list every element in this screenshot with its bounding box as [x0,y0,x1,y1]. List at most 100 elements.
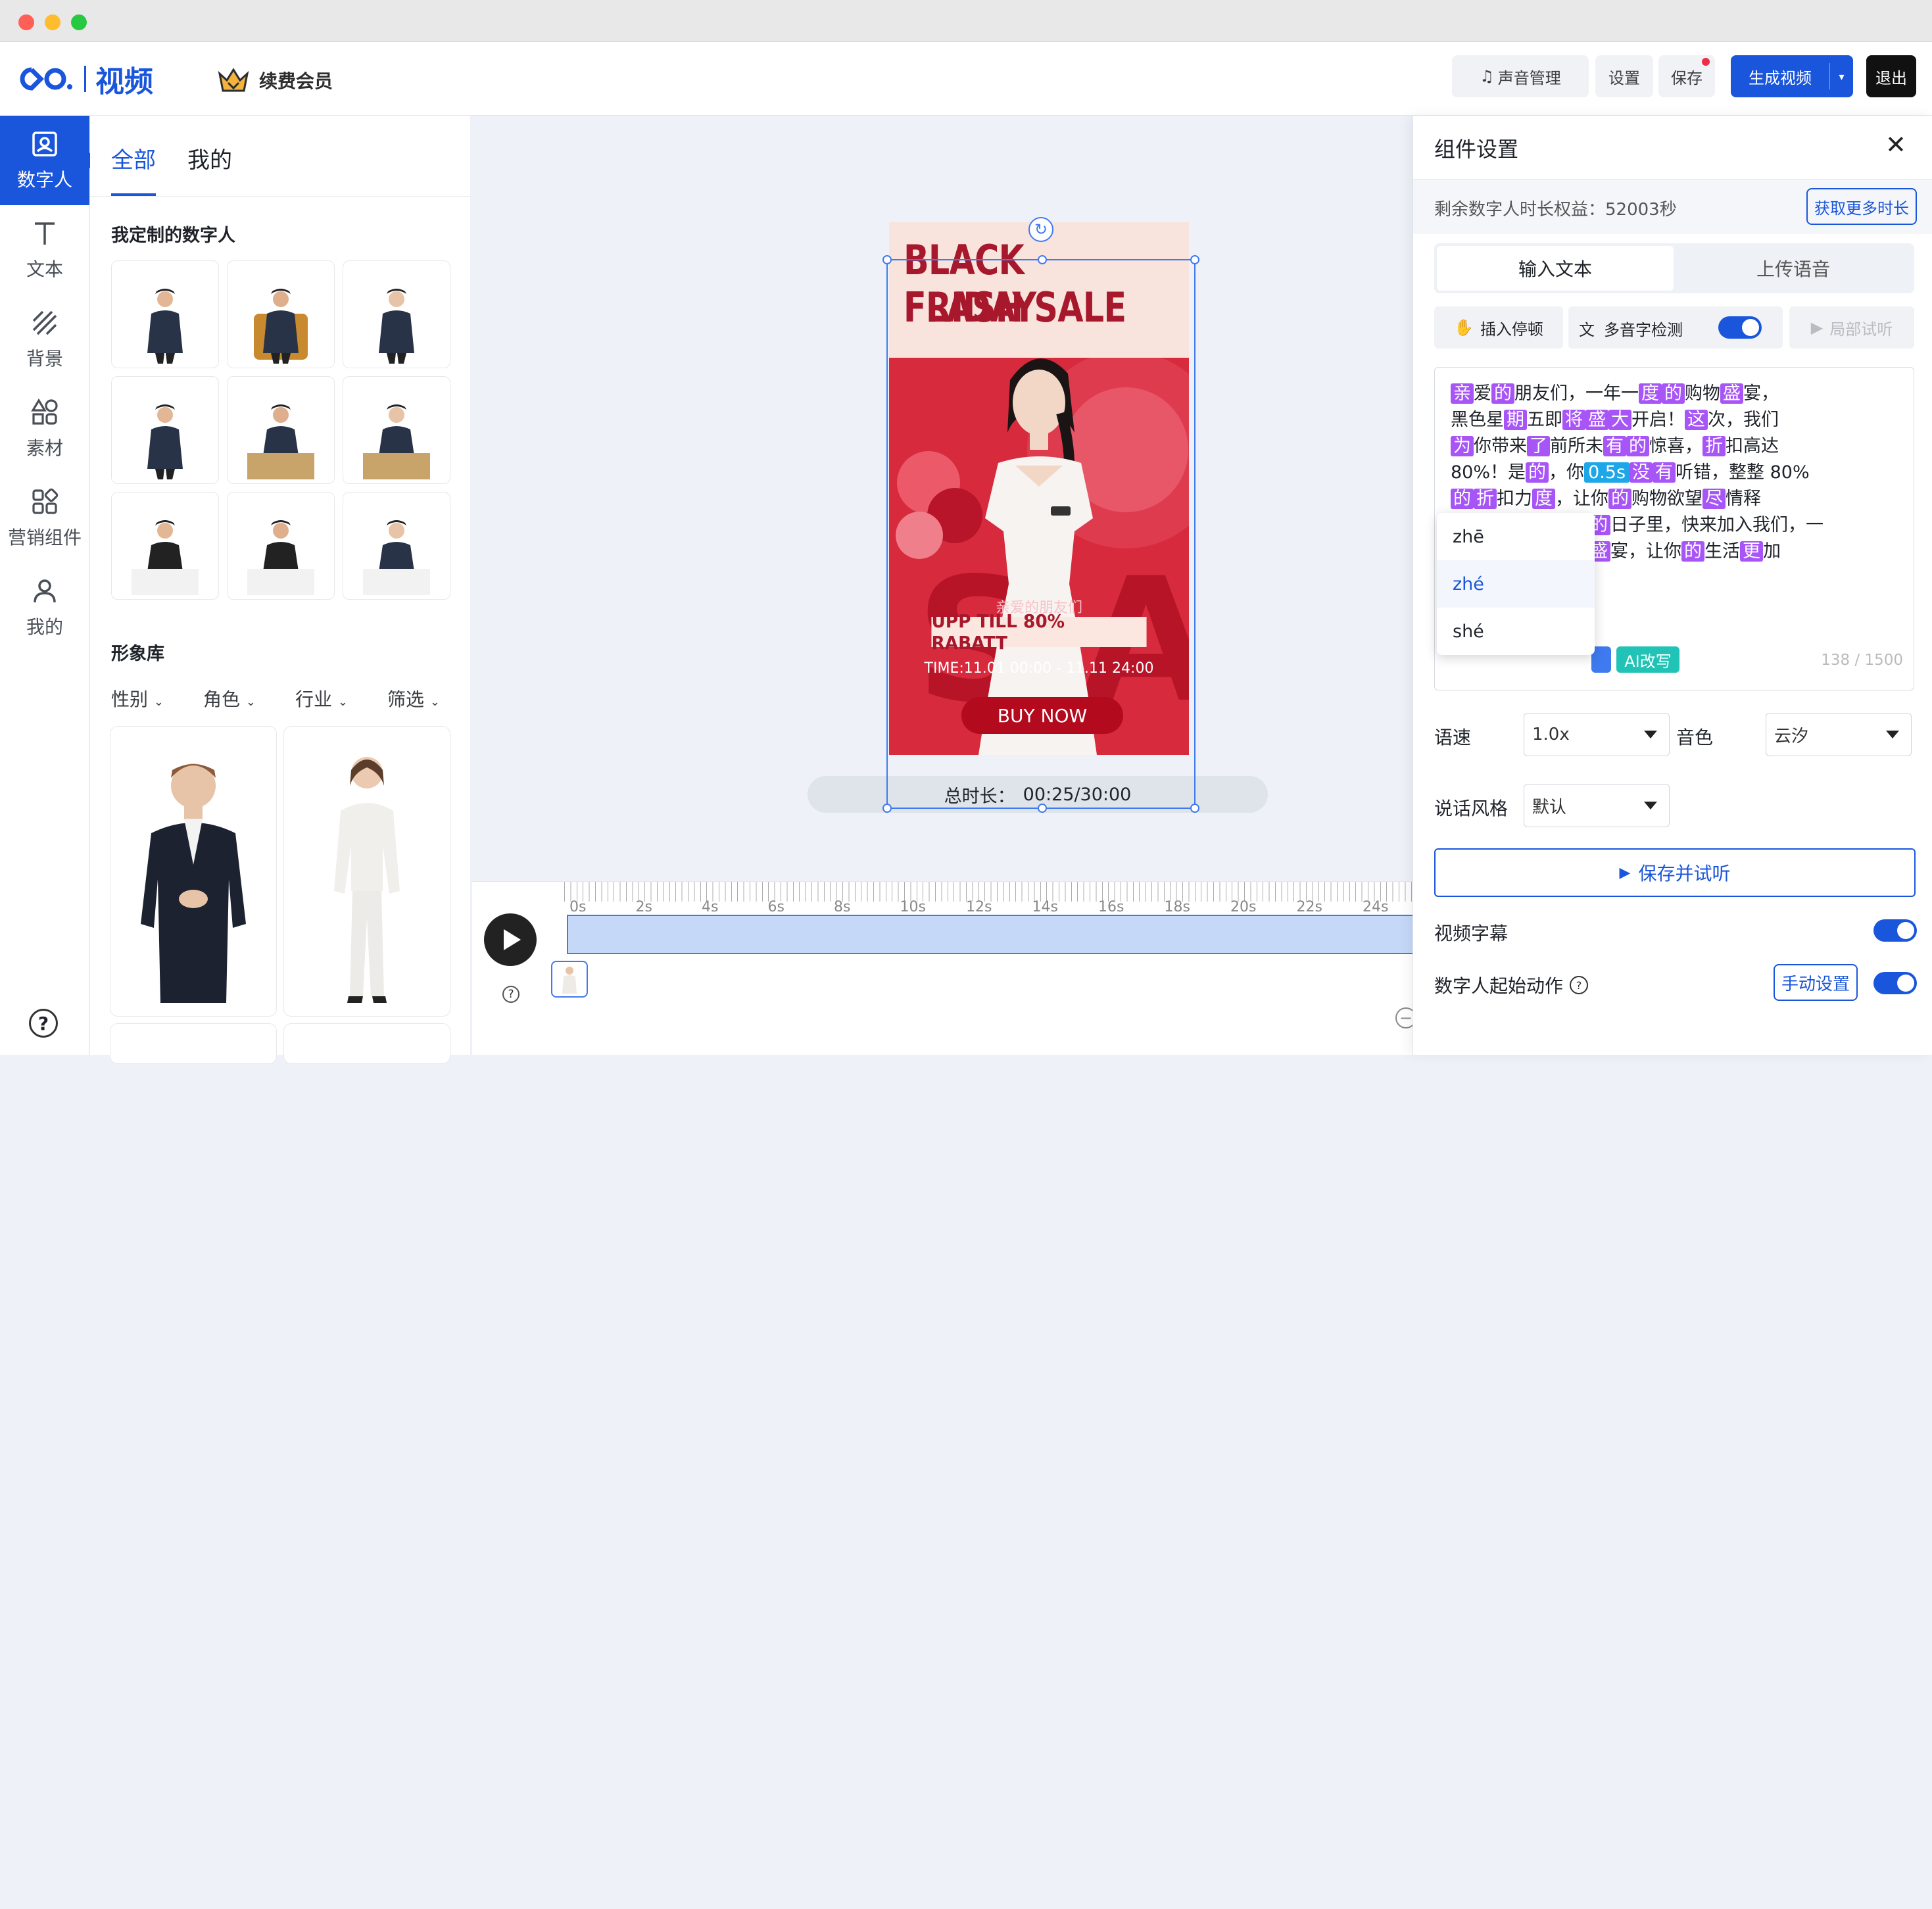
library-avatar-male[interactable] [110,726,277,1017]
sound-management-button[interactable]: ♫ 声音管理 [1452,55,1589,97]
voice-select[interactable]: 云汐 [1766,713,1912,756]
filter-industry-label: 行业 [295,689,333,710]
script-text-segment: 情释 [1726,489,1761,509]
custom-avatar-thumbnail[interactable] [227,376,335,484]
timeline-tick-label: 0s [569,899,587,915]
polyphone-marked-char[interactable]: 的 [1526,462,1549,483]
minimize-window-icon[interactable] [45,14,60,30]
polyphone-marked-char[interactable]: 的 [1491,383,1514,404]
speed-select[interactable]: 1.0x [1524,713,1670,756]
polyphone-toggle[interactable] [1718,316,1762,339]
custom-avatar-thumbnail[interactable] [227,492,335,600]
settings-button[interactable]: 设置 [1595,55,1653,97]
polyphone-marked-char[interactable]: 的 [1608,489,1631,509]
polyphone-marked-char[interactable]: 有 [1603,436,1626,456]
nav-mine-label: 我的 [26,616,63,638]
polyphone-marked-char[interactable]: 的 [1626,436,1649,456]
exit-button[interactable]: 退出 [1866,55,1916,97]
polyphone-marked-char[interactable]: 有 [1653,462,1676,483]
get-more-time-button[interactable]: 获取更多时长 [1806,188,1917,225]
save-and-listen-button[interactable]: ▶ 保存并试听 [1434,848,1916,897]
custom-avatar-thumbnail[interactable] [111,260,219,368]
vip-renew[interactable]: 续费会员 [217,66,333,95]
resize-handle[interactable] [1190,255,1199,264]
digital-human-track-clip[interactable] [567,915,1426,954]
library-avatar-partial[interactable] [110,1023,277,1064]
polyphone-marked-char[interactable]: 盛 [1585,410,1608,430]
nav-digital-human[interactable]: 数字人 [0,116,97,205]
selection-box[interactable]: ↻ [882,217,1199,813]
help-icon[interactable]: ? [1570,976,1589,994]
nav-text[interactable]: 文本 [0,205,89,295]
polyphone-marked-char[interactable]: 这 [1685,410,1708,430]
manual-setting-button[interactable]: 手动设置 [1774,964,1858,1001]
polyphone-marked-char[interactable]: 度 [1639,383,1662,404]
polyphone-marked-char[interactable]: 度 [1532,489,1555,509]
polyphone-marked-char[interactable]: 的 [1662,383,1685,404]
nav-background[interactable]: 背景 [0,295,89,384]
polyphone-marked-char[interactable]: 为 [1451,436,1474,456]
polyphone-marked-char[interactable]: 大 [1608,410,1631,430]
polyphone-marked-char[interactable]: 亲 [1451,383,1474,404]
polyphone-marked-char[interactable]: 折 [1474,489,1497,509]
speaking-style-select[interactable]: 默认 [1524,784,1670,827]
subtitle-toggle[interactable] [1873,919,1917,942]
close-window-icon[interactable] [18,14,34,30]
filter-gender[interactable]: 性别 ⌄ [111,685,164,712]
library-avatar-partial[interactable] [283,1023,450,1064]
polyphone-marked-char[interactable]: 折 [1703,436,1726,456]
custom-avatar-thumbnail[interactable] [343,376,450,484]
zoom-out-icon[interactable] [1868,1891,1886,1909]
maximize-window-icon[interactable] [71,14,87,30]
custom-avatar-thumbnail[interactable] [111,376,219,484]
polyphone-marked-char[interactable]: 期 [1504,410,1527,430]
tab-upload-voice[interactable]: 上传语音 [1675,246,1912,291]
pause-tag[interactable]: 0.5s [1584,462,1630,483]
nav-material[interactable]: 素材 [0,384,89,473]
resize-handle[interactable] [1190,804,1199,813]
custom-avatar-thumbnail[interactable] [111,492,219,600]
resize-handle[interactable] [1038,804,1047,813]
custom-avatar-thumbnail[interactable] [343,260,450,368]
custom-avatar-thumbnail[interactable] [227,260,335,368]
pinyin-option[interactable]: shé [1437,608,1595,655]
insert-pause-button[interactable]: ✋ 插入停顿 [1434,306,1563,349]
tab-input-text[interactable]: 输入文本 [1437,246,1674,291]
generate-dropdown-icon[interactable]: ▾ [1830,70,1853,83]
polyphone-marked-char[interactable]: 了 [1527,436,1550,456]
filter-role[interactable]: 角色 ⌄ [203,685,256,712]
timeline-tick-label: 16s [1098,899,1124,915]
pinyin-option-selected[interactable]: zhé [1437,560,1595,608]
custom-avatar-thumbnail[interactable] [343,492,450,600]
filter-industry[interactable]: 行业 ⌄ [295,685,348,712]
save-button[interactable]: 保存 [1658,55,1715,97]
play-button[interactable] [484,913,537,966]
polyphone-marked-char[interactable]: 更 [1740,541,1763,562]
close-icon[interactable]: ✕ [1885,130,1906,159]
polyphone-marked-char[interactable]: 的 [1681,541,1704,562]
poster-track-thumbnail[interactable] [551,961,588,998]
partial-preview-button[interactable]: ▶ 局部试听 [1789,306,1914,349]
filter-more[interactable]: 筛选 ⌄ [387,685,440,712]
pinyin-option[interactable]: zhē [1437,513,1595,560]
tab-all[interactable]: 全部 [111,142,156,174]
polyphone-marked-char[interactable]: 尽 [1703,489,1726,509]
ai-rewrite-button[interactable]: AI改写 [1616,646,1679,673]
help-icon[interactable]: ? [29,1009,58,1038]
start-action-toggle[interactable] [1873,972,1917,994]
library-avatar-female[interactable] [283,726,450,1017]
polyphone-marked-char[interactable]: 的 [1451,489,1474,509]
tab-mine[interactable]: 我的 [187,142,232,174]
timeline-help-icon[interactable]: ? [502,986,519,1003]
marketing-icon [32,488,59,514]
resize-handle[interactable] [882,255,892,264]
polyphone-marked-char[interactable]: 没 [1630,462,1653,483]
nav-mine[interactable]: 我的 [0,563,89,652]
nav-marketing[interactable]: 营销组件 [0,473,89,563]
polyphone-marked-char[interactable]: 盛 [1720,383,1743,404]
polyphone-marked-char[interactable]: 将 [1562,410,1585,430]
resize-handle[interactable] [1038,255,1047,264]
resize-handle[interactable] [882,804,892,813]
generate-video-button[interactable]: 生成视频 ▾ [1731,55,1853,97]
rotate-icon[interactable]: ↻ [1028,217,1053,242]
